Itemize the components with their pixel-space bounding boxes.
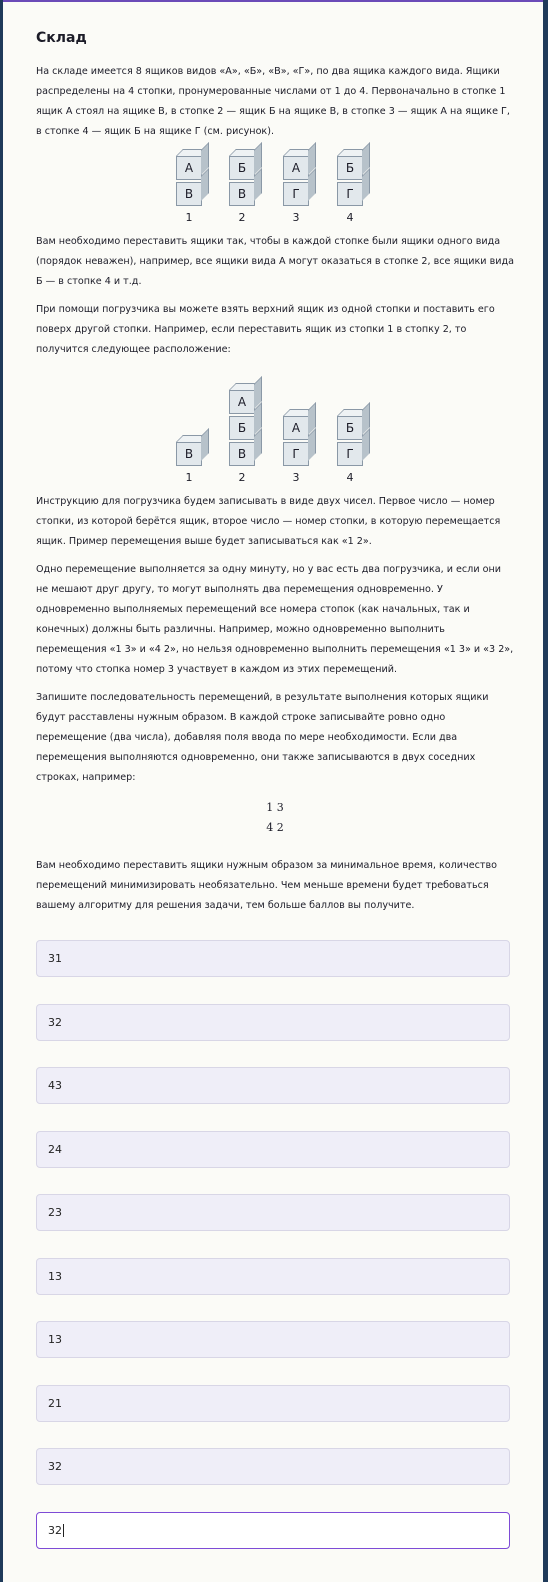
box: Б	[229, 156, 255, 180]
box: В	[229, 442, 255, 466]
box: А	[283, 416, 309, 440]
example-move-figure: В 1 А Б В 2 А Г 3 Б Г 4	[36, 364, 514, 484]
stack-number: 3	[292, 211, 300, 224]
stack-number: 3	[292, 471, 300, 484]
answer-input[interactable]: 32	[36, 1448, 510, 1485]
stack-number: 2	[238, 471, 246, 484]
answer-input-active[interactable]: 32	[36, 1511, 510, 1549]
stack-number: 1	[185, 211, 193, 224]
scoring-paragraph: Вам необходимо переставить ящики нужным …	[36, 860, 497, 911]
intro-paragraph: На складе имеется 8 ящиков видов «А», «Б…	[36, 66, 510, 137]
answer-input[interactable]: 13	[36, 1321, 510, 1358]
box: Б	[229, 416, 255, 440]
goal-paragraph: Вам необходимо переставить ящики так, чт…	[36, 236, 514, 287]
task-title: Склад	[36, 30, 87, 46]
answer-input[interactable]: 32	[36, 1003, 510, 1041]
box: Г	[337, 442, 363, 466]
initial-stacks-figure: А В 1 Б В 2 А Г 3 Б Г 4	[36, 146, 514, 224]
example-line: 1 3	[266, 801, 284, 814]
stack-1: В	[176, 440, 212, 466]
text-cursor	[63, 1524, 64, 1537]
box: Б	[337, 156, 363, 180]
answer-list: 31 32 43 24 23 13 13 21 32 32	[36, 940, 514, 1549]
stack-4: Б Г	[337, 414, 373, 466]
box: А	[229, 390, 255, 414]
move-rule-paragraph: При помощи погрузчика вы можете взять ве…	[36, 304, 495, 355]
answer-format-paragraph: Запишите последовательность перемещений,…	[36, 692, 489, 783]
parallel-moves-paragraph: Одно перемещение выполняется за одну мин…	[36, 564, 514, 675]
stack-number: 4	[346, 211, 354, 224]
stack-1: А В	[176, 154, 212, 206]
box: В	[176, 442, 202, 466]
box: Г	[283, 182, 309, 206]
box: Г	[337, 182, 363, 206]
box: В	[176, 182, 202, 206]
example-line: 4 2	[266, 821, 284, 834]
answer-input[interactable]: 13	[36, 1257, 510, 1295]
stack-number: 2	[238, 211, 246, 224]
instruction-format-paragraph: Инструкцию для погрузчика будем записыва…	[36, 496, 501, 547]
answer-input[interactable]: 23	[36, 1194, 510, 1231]
stack-number: 1	[185, 471, 193, 484]
box: А	[176, 156, 202, 180]
stack-2: Б В	[229, 154, 265, 206]
box: В	[229, 182, 255, 206]
stack-4: Б Г	[337, 154, 373, 206]
stack-3: А Г	[283, 414, 319, 466]
stack-3: А Г	[283, 154, 319, 206]
answer-input[interactable]: 21	[36, 1384, 510, 1422]
stack-2: А Б В	[229, 388, 265, 466]
answer-input[interactable]: 43	[36, 1067, 510, 1104]
answer-input[interactable]: 31	[36, 940, 510, 977]
example-moves: 1 3 4 2	[36, 798, 514, 838]
stack-number: 4	[346, 471, 354, 484]
box: А	[283, 156, 309, 180]
task-frame: Склад На складе имеется 8 ящиков видов «…	[3, 0, 543, 1582]
answer-input[interactable]: 24	[36, 1130, 510, 1168]
box: Г	[283, 442, 309, 466]
box: Б	[337, 416, 363, 440]
task-content: Склад На складе имеется 8 ящиков видов «…	[36, 26, 514, 1575]
answer-value: 32	[48, 1523, 62, 1537]
